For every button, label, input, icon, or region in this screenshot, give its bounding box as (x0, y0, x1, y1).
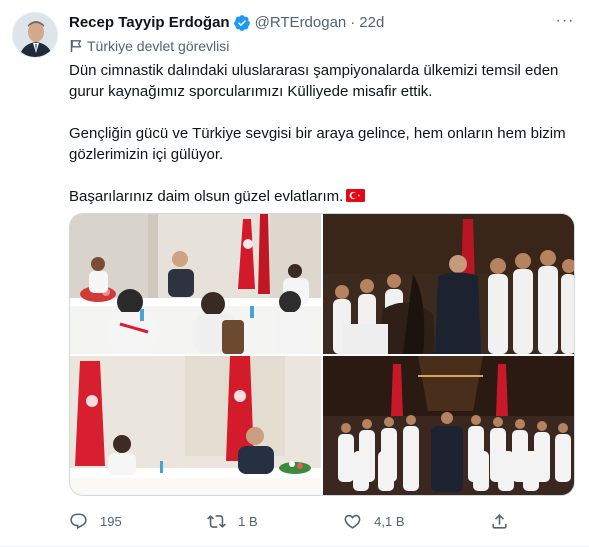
government-label[interactable]: Türkiye devlet görevlisi (69, 37, 229, 55)
media-grid (69, 213, 575, 496)
photo-4[interactable] (323, 356, 574, 495)
photo-2-image (323, 214, 574, 354)
heart-icon (344, 514, 361, 529)
retweet-icon (207, 514, 227, 528)
author-handle[interactable]: @RTErdogan (255, 13, 347, 33)
flag-label-icon (70, 40, 82, 52)
tweet-paragraph-2: Gençliğin gücü ve Türkiye sevgisi bir ar… (69, 125, 566, 163)
photo-3-image (70, 356, 321, 495)
photo-1-image (70, 214, 321, 354)
reply-count: 195 (100, 513, 122, 529)
retweet-button[interactable]: 1 B (207, 512, 258, 531)
avatar-image (13, 13, 57, 57)
separator-dot: · (350, 14, 356, 31)
tweet-card[interactable]: Recep Tayyip Erdoğan @RTErdogan · 22d ··… (0, 0, 589, 547)
photo-2[interactable] (323, 214, 574, 354)
like-button[interactable]: 4,1 B (343, 512, 405, 531)
tweet-paragraph-3-text: Başarılarınız daim olsun güzel evlatları… (69, 188, 344, 205)
more-icon[interactable]: ··· (555, 13, 575, 32)
photo-4-image (323, 356, 574, 495)
retweet-count: 1 B (238, 513, 258, 529)
government-label-text: Türkiye devlet görevlisi (87, 38, 230, 54)
reply-icon (70, 513, 87, 529)
author-name[interactable]: Recep Tayyip Erdoğan (69, 13, 230, 33)
reply-button[interactable]: 195 (69, 512, 122, 531)
tweet-paragraph-1: Dün cimnastik dalındaki uluslararası şam… (69, 62, 559, 100)
tweet-timestamp[interactable]: 22d (359, 13, 384, 33)
tweet-header: Recep Tayyip Erdoğan @RTErdogan · 22d ··… (69, 12, 575, 34)
share-icon (492, 513, 507, 529)
verified-badge-icon (233, 15, 250, 31)
turkey-flag-emoji-icon (346, 189, 366, 202)
author-avatar[interactable] (12, 12, 58, 58)
tweet-text: Dün cimnastik dalındaki uluslararası şam… (69, 60, 577, 207)
tweet-actions: 195 1 B 4,1 B (69, 510, 509, 532)
like-count: 4,1 B (374, 513, 405, 529)
tweet-paragraph-3: Başarılarınız daim olsun güzel evlatları… (69, 186, 577, 207)
photo-3[interactable] (70, 356, 321, 495)
photo-1[interactable] (70, 214, 321, 354)
share-button[interactable] (490, 512, 509, 531)
